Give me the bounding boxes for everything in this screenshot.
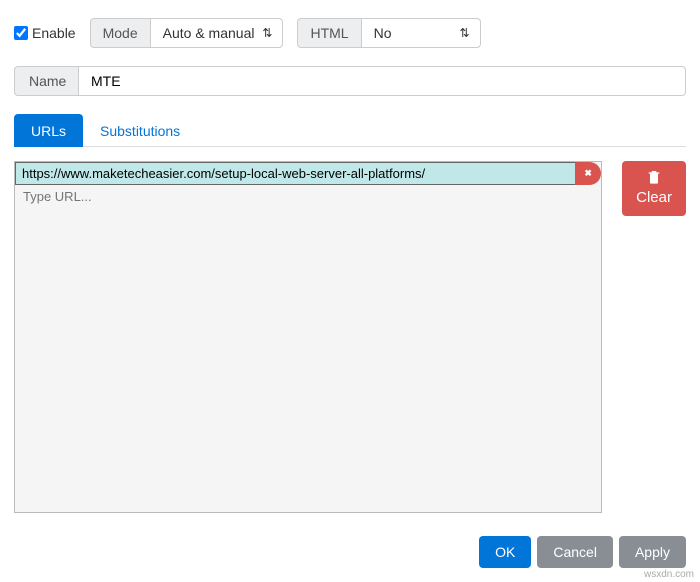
enable-checkbox-wrap[interactable]: Enable <box>14 25 76 41</box>
mode-value: Auto & manual <box>163 25 255 41</box>
name-label: Name <box>14 66 78 96</box>
url-input-existing[interactable] <box>15 162 576 185</box>
cancel-button[interactable]: Cancel <box>537 536 613 568</box>
name-group: Name <box>14 66 686 96</box>
tab-urls[interactable]: URLs <box>14 114 83 147</box>
clear-button[interactable]: Clear <box>622 161 686 216</box>
url-input-new[interactable] <box>15 185 601 208</box>
html-label: HTML <box>297 18 360 48</box>
ok-button[interactable]: OK <box>479 536 531 568</box>
chevron-updown-icon: ⇅ <box>460 26 470 40</box>
mode-group: Mode Auto & manual ⇅ <box>90 18 284 48</box>
enable-checkbox[interactable] <box>14 26 28 40</box>
name-input[interactable] <box>78 66 686 96</box>
trash-icon <box>646 169 662 185</box>
url-item: ✖ <box>15 162 601 185</box>
chevron-updown-icon: ⇅ <box>262 26 272 40</box>
apply-button[interactable]: Apply <box>619 536 686 568</box>
html-select[interactable]: No ⇅ <box>361 18 481 48</box>
tabs: URLs Substitutions <box>14 114 686 147</box>
clear-label: Clear <box>636 189 672 206</box>
watermark: wsxdn.com <box>644 569 694 580</box>
url-panel: ✖ <box>14 161 602 513</box>
delete-url-button[interactable]: ✖ <box>575 162 601 185</box>
footer-buttons: OK Cancel Apply <box>479 536 686 568</box>
enable-label: Enable <box>32 25 76 41</box>
mode-select[interactable]: Auto & manual ⇅ <box>150 18 284 48</box>
close-icon: ✖ <box>584 168 592 179</box>
tab-substitutions[interactable]: Substitutions <box>83 114 197 147</box>
html-group: HTML No ⇅ <box>297 18 480 48</box>
html-value: No <box>374 25 392 41</box>
mode-label: Mode <box>90 18 150 48</box>
